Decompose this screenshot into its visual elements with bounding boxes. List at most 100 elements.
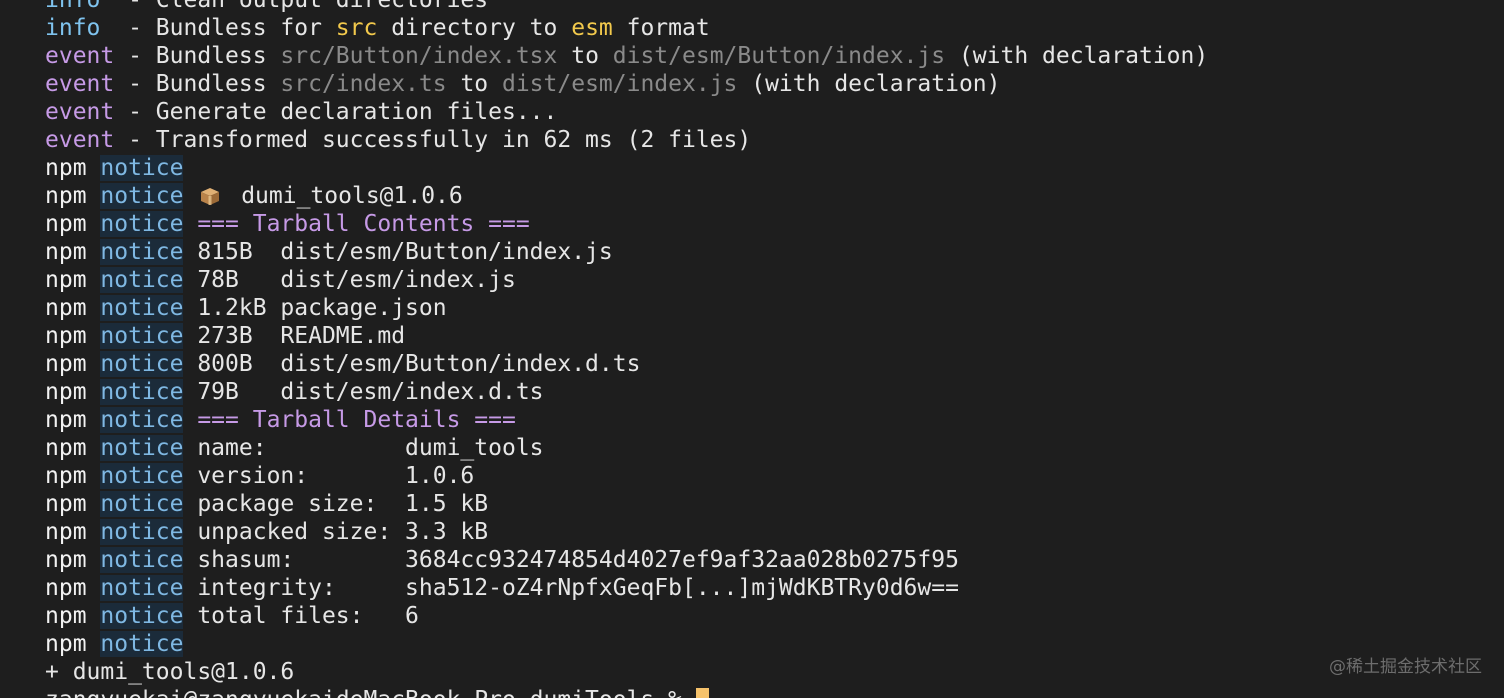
output-text: (with declaration) (737, 71, 1001, 97)
terminal-line: npm notice 800B dist/esm/Button/index.d.… (45, 350, 1208, 378)
notice-label: notice (100, 519, 184, 545)
terminal-line: npm notice 1.2kB package.json (45, 294, 1208, 322)
npm-prefix: npm (45, 631, 101, 657)
npm-prefix: npm (45, 575, 101, 601)
output-text: to (446, 71, 502, 97)
output-text: 78B dist/esm/index.js (183, 267, 516, 293)
notice-label: notice (100, 631, 184, 657)
terminal-line: npm notice === Tarball Details === (45, 406, 1208, 434)
file-path: src/Button/index.tsx (280, 43, 558, 69)
terminal-line: info - Clean output directories (45, 0, 1208, 14)
npm-prefix: npm (45, 239, 101, 265)
notice-label: notice (100, 435, 184, 461)
npm-prefix: npm (45, 155, 101, 181)
terminal-line: event - Bundless src/Button/index.tsx to… (45, 42, 1208, 70)
npm-prefix: npm (45, 435, 101, 461)
output-text: to (557, 43, 613, 69)
notice-label: notice (100, 295, 184, 321)
output-text: shasum: 3684cc932474854d4027ef9af32aa028… (183, 547, 959, 573)
npm-prefix: npm (45, 603, 101, 629)
file-path: dist/esm/index.js (501, 71, 738, 97)
terminal-line: event - Transformed successfully in 62 m… (45, 126, 1208, 154)
terminal-line: npm notice integrity: sha512-oZ4rNpfxGeq… (45, 574, 1208, 602)
terminal-line: npm notice unpacked size: 3.3 kB (45, 518, 1208, 546)
output-text: - Generate declaration files... (114, 99, 558, 125)
output-text: 800B dist/esm/Button/index.d.ts (183, 351, 641, 377)
notice-label: notice (100, 603, 184, 629)
npm-prefix: npm (45, 463, 101, 489)
npm-prefix: npm (45, 519, 101, 545)
package-icon (199, 185, 221, 205)
shell-prompt[interactable]: zangyuekai@zangyuekaideMacBook-Pro dumiT… (45, 686, 1208, 698)
event-label: event (45, 43, 115, 69)
terminal-line: npm notice 78B dist/esm/index.js (45, 266, 1208, 294)
output-text: + dumi_tools@1.0.6 (45, 659, 295, 685)
terminal-line: npm notice package size: 1.5 kB (45, 490, 1208, 518)
output-text: unpacked size: 3.3 kB (183, 519, 489, 545)
npm-prefix: npm (45, 295, 101, 321)
terminal-line: npm notice 79B dist/esm/index.d.ts (45, 378, 1208, 406)
info-label: info (45, 0, 101, 13)
output-text: - Bundless for (100, 15, 336, 41)
npm-prefix: npm (45, 351, 101, 377)
notice-label: notice (100, 267, 184, 293)
highlight-text: esm (571, 15, 613, 41)
output-text: - Clean output directories (100, 0, 489, 13)
notice-label: notice (100, 379, 184, 405)
output-text: 79B dist/esm/index.d.ts (183, 379, 544, 405)
output-text: 815B dist/esm/Button/index.js (183, 239, 613, 265)
terminal-line: npm notice 815B dist/esm/Button/index.js (45, 238, 1208, 266)
npm-prefix: npm (45, 379, 101, 405)
notice-label: notice (100, 323, 184, 349)
npm-prefix: npm (45, 183, 101, 209)
output-text: - Bundless (114, 43, 281, 69)
notice-label: notice (100, 155, 184, 181)
output-text: version: 1.0.6 (183, 463, 475, 489)
npm-prefix: npm (45, 407, 101, 433)
highlight-text: src (335, 15, 378, 41)
terminal-line: npm notice version: 1.0.6 (45, 462, 1208, 490)
terminal-line: npm notice shasum: 3684cc932474854d4027e… (45, 546, 1208, 574)
npm-prefix: npm (45, 211, 101, 237)
notice-label: notice (100, 211, 184, 237)
notice-label: notice (100, 183, 184, 209)
output-text: 1.2kB package.json (183, 295, 447, 321)
npm-prefix: npm (45, 267, 101, 293)
terminal-line: npm notice name: dumi_tools (45, 434, 1208, 462)
terminal-window[interactable]: info - Clean output directories info - Bu… (0, 0, 1504, 698)
terminal-line: npm notice dumi_tools@1.0.6 (45, 182, 1208, 210)
output-text: package size: 1.5 kB (183, 491, 489, 517)
watermark: @稀土掘金技术社区 (1329, 657, 1482, 677)
terminal-line: npm notice === Tarball Contents === (45, 210, 1208, 238)
output-text: (with declaration) (945, 43, 1209, 69)
output-text: name: dumi_tools (183, 435, 544, 461)
notice-label: notice (100, 239, 184, 265)
section-heading: === Tarball Contents === (183, 211, 530, 237)
output-text: total files: 6 (183, 603, 419, 629)
output-text: directory to (377, 15, 572, 41)
event-label: event (45, 127, 115, 153)
terminal-line: event - Generate declaration files... (45, 98, 1208, 126)
output-text: - Bundless (114, 71, 281, 97)
terminal-line: event - Bundless src/index.ts to dist/es… (45, 70, 1208, 98)
terminal-line: npm notice total files: 6 (45, 602, 1208, 630)
npm-prefix: npm (45, 323, 101, 349)
info-label: info (45, 15, 101, 41)
npm-prefix: npm (45, 491, 101, 517)
event-label: event (45, 99, 115, 125)
output-text: zangyuekai@zangyuekaideMacBook-Pro dumiT… (45, 687, 696, 698)
notice-label: notice (100, 463, 184, 489)
notice-label: notice (100, 575, 184, 601)
event-label: event (45, 71, 115, 97)
file-path: dist/esm/Button/index.js (612, 43, 946, 69)
notice-label: notice (100, 547, 184, 573)
notice-label: notice (100, 351, 184, 377)
terminal-line: info - Bundless for src directory to esm… (45, 14, 1208, 42)
output-text: dumi_tools@1.0.6 (227, 183, 463, 209)
section-heading: === Tarball Details === (183, 407, 516, 433)
output-text: - Transformed successfully in 62 ms (2 f… (114, 127, 752, 153)
output-text: integrity: sha512-oZ4rNpfxGeqFb[...]mjWd… (183, 575, 959, 601)
notice-label: notice (100, 491, 184, 517)
terminal-line: + dumi_tools@1.0.6 (45, 658, 1208, 686)
